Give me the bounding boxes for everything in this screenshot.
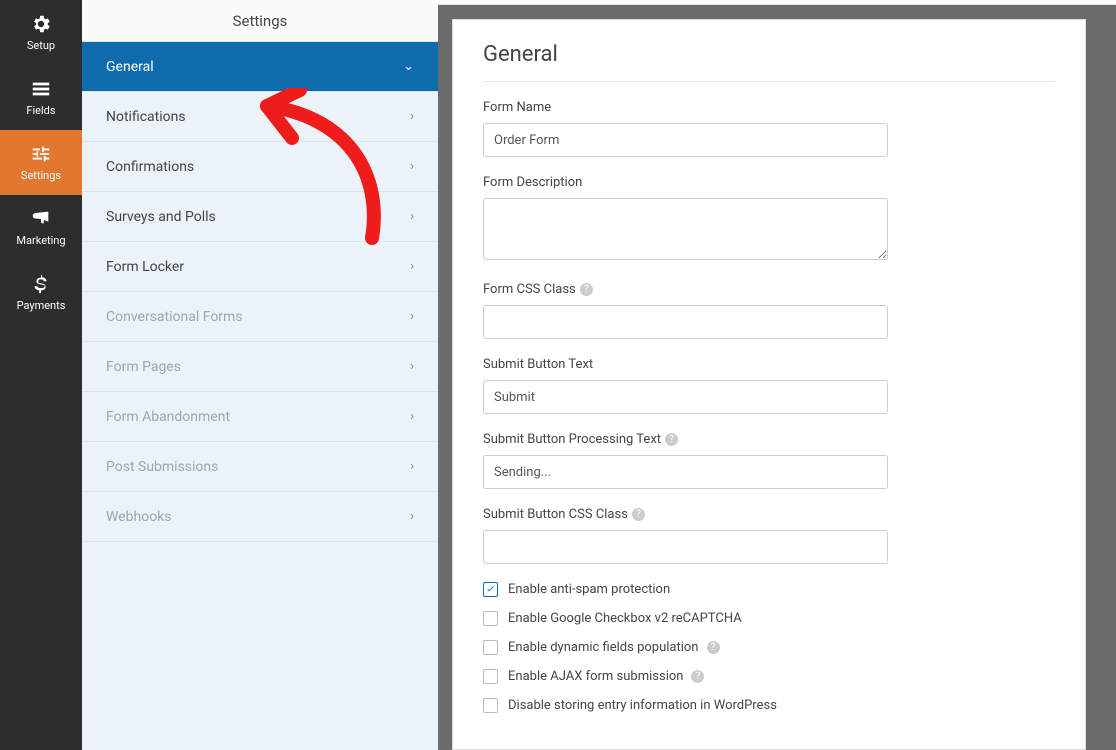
check-dynamic[interactable]: Enable dynamic fields population?: [483, 640, 1055, 655]
chevron-right-icon: ›: [410, 209, 414, 224]
help-icon[interactable]: ?: [580, 283, 593, 296]
form-desc-input[interactable]: [483, 198, 888, 260]
checkbox-icon: [483, 582, 498, 597]
check-ajax[interactable]: Enable AJAX form submission?: [483, 669, 1055, 684]
nav-marketing[interactable]: Marketing: [0, 195, 82, 260]
form-css-label: Form CSS Class?: [483, 282, 1055, 297]
submit-proc-input[interactable]: [483, 455, 888, 489]
checkbox-icon: [483, 611, 498, 626]
vertical-nav: Setup Fields Settings Marketing Payments: [0, 0, 82, 750]
nav-fields[interactable]: Fields: [0, 65, 82, 130]
menu-locker[interactable]: Form Locker›: [82, 242, 438, 292]
divider: [483, 81, 1055, 82]
menu-webhooks[interactable]: Webhooks›: [82, 492, 438, 542]
settings-menu-column: Settings General⌄ Notifications› Confirm…: [82, 0, 438, 750]
chevron-right-icon: ›: [410, 109, 414, 124]
menu-confirmations[interactable]: Confirmations›: [82, 142, 438, 192]
help-icon[interactable]: ?: [665, 433, 678, 446]
submit-text-input[interactable]: [483, 380, 888, 414]
form-name-input[interactable]: [483, 123, 888, 157]
submit-proc-label: Submit Button Processing Text?: [483, 432, 1055, 447]
chevron-right-icon: ›: [410, 359, 414, 374]
menu-notifications[interactable]: Notifications›: [82, 92, 438, 142]
content-body: General Form Name Form Description Form …: [438, 5, 1116, 750]
menu-general[interactable]: General⌄: [82, 42, 438, 92]
check-antispam[interactable]: Enable anti-spam protection: [483, 582, 1055, 597]
checkbox-icon: [483, 640, 498, 655]
check-disable-storing[interactable]: Disable storing entry information in Wor…: [483, 698, 1055, 713]
menu-post-submissions[interactable]: Post Submissions›: [82, 442, 438, 492]
chevron-right-icon: ›: [410, 409, 414, 424]
check-recaptcha[interactable]: Enable Google Checkbox v2 reCAPTCHA: [483, 611, 1055, 626]
nav-label: Settings: [21, 169, 61, 182]
menu-conversational[interactable]: Conversational Forms›: [82, 292, 438, 342]
dollar-icon: [30, 273, 52, 295]
submit-css-input[interactable]: [483, 530, 888, 564]
submit-text-label: Submit Button Text: [483, 357, 1055, 372]
settings-menu: General⌄ Notifications› Confirmations› S…: [82, 42, 438, 750]
nav-label: Payments: [17, 299, 66, 312]
form-name-label: Form Name: [483, 100, 1055, 115]
bullhorn-icon: [30, 208, 52, 230]
page-title: Settings: [233, 12, 288, 30]
nav-label: Setup: [27, 39, 55, 52]
topbar: Settings: [82, 0, 438, 42]
nav-settings[interactable]: Settings: [0, 130, 82, 195]
help-icon[interactable]: ?: [707, 641, 720, 654]
nav-label: Fields: [26, 104, 55, 117]
chevron-right-icon: ›: [410, 259, 414, 274]
checkbox-icon: [483, 698, 498, 713]
nav-setup[interactable]: Setup: [0, 0, 82, 65]
menu-form-pages[interactable]: Form Pages›: [82, 342, 438, 392]
chevron-right-icon: ›: [410, 509, 414, 524]
nav-payments[interactable]: Payments: [0, 260, 82, 325]
chevron-down-icon: ⌄: [403, 59, 414, 74]
list-icon: [30, 78, 52, 100]
general-panel: General Form Name Form Description Form …: [452, 19, 1086, 750]
chevron-right-icon: ›: [410, 459, 414, 474]
help-icon[interactable]: ?: [632, 508, 645, 521]
chevron-right-icon: ›: [410, 159, 414, 174]
menu-surveys[interactable]: Surveys and Polls›: [82, 192, 438, 242]
content-column: General Form Name Form Description Form …: [438, 0, 1116, 750]
menu-abandonment[interactable]: Form Abandonment›: [82, 392, 438, 442]
help-icon[interactable]: ?: [691, 670, 704, 683]
form-desc-label: Form Description: [483, 175, 1055, 190]
sliders-icon: [30, 143, 52, 165]
nav-label: Marketing: [16, 234, 65, 247]
gear-icon: [30, 13, 52, 35]
checkbox-icon: [483, 669, 498, 684]
panel-heading: General: [483, 42, 1055, 81]
submit-css-label: Submit Button CSS Class?: [483, 507, 1055, 522]
chevron-right-icon: ›: [410, 309, 414, 324]
form-css-input[interactable]: [483, 305, 888, 339]
